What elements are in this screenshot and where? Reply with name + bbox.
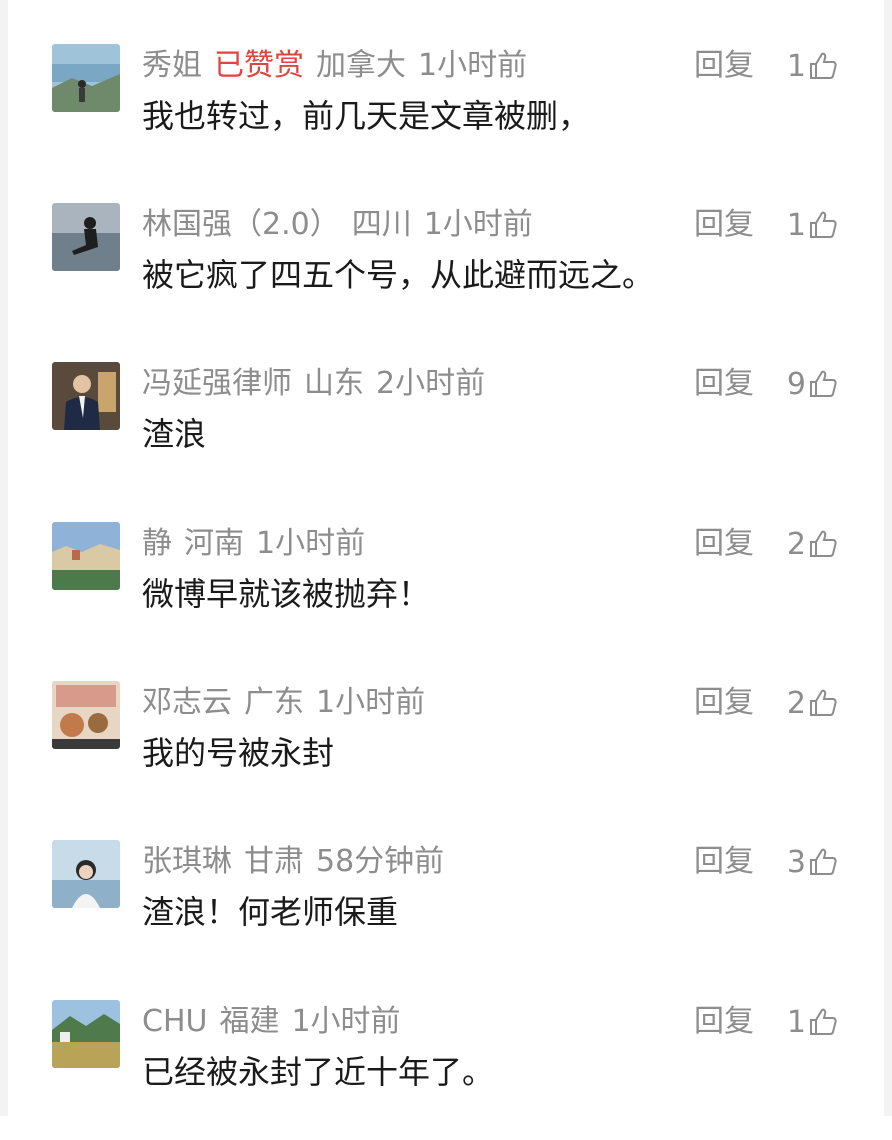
comment-time: 1小时前 — [316, 685, 426, 720]
commenter-location: 河南 — [184, 526, 244, 561]
like-button[interactable]: 9 — [787, 364, 838, 404]
comment-text: 渣浪！何老师保重 — [142, 893, 399, 931]
avatar[interactable] — [52, 44, 120, 112]
comment-meta: 冯延强律师 山东 2小时前 — [142, 364, 497, 404]
like-count: 1 — [786, 48, 806, 84]
reply-button[interactable]: 回复 — [694, 1002, 754, 1042]
comment-time: 58分钟前 — [316, 844, 445, 879]
avatar[interactable] — [52, 1000, 120, 1068]
comment-item: 冯延强律师 山东 2小时前 回复 9 渣浪 — [0, 362, 892, 502]
thumbs-up-icon — [808, 369, 838, 399]
comment-text: 我的号被永封 — [142, 734, 335, 772]
thumbs-up-icon — [808, 1007, 838, 1037]
reply-button[interactable]: 回复 — [694, 46, 754, 86]
avatar[interactable] — [52, 840, 120, 908]
thumbs-up-icon — [808, 688, 838, 718]
thumbs-up-icon — [808, 847, 838, 877]
commenter-name[interactable]: 邓志云 — [142, 685, 232, 720]
reply-button[interactable]: 回复 — [694, 524, 754, 564]
comment-text: 微博早就该被抛弃！ — [142, 575, 431, 613]
reply-button[interactable]: 回复 — [694, 683, 754, 723]
comment-text: 已经被永封了近十年了。 — [142, 1053, 495, 1091]
like-button[interactable]: 3 — [787, 842, 838, 882]
comment-meta: CHU 福建 1小时前 — [142, 1002, 413, 1042]
avatar[interactable] — [52, 362, 120, 430]
commenter-location: 四川 — [351, 207, 412, 242]
comment-time: 1小时前 — [256, 526, 366, 561]
thumbs-up-icon — [808, 51, 838, 81]
thumbs-up-icon — [808, 210, 838, 240]
reply-button[interactable]: 回复 — [694, 205, 754, 245]
comment-time: 1小时前 — [418, 48, 528, 83]
comment-meta: 秀姐 已赞赏 加拿大 1小时前 — [142, 46, 539, 86]
comment-item: 秀姐 已赞赏 加拿大 1小时前 回复 1 我也转过，前几天是文章被删， — [0, 44, 892, 184]
like-count: 1 — [786, 207, 806, 243]
comment-item: 邓志云 广东 1小时前 回复 2 我的号被永封 — [0, 681, 892, 821]
comment-meta: 张琪琳 甘肃 58分钟前 — [142, 842, 456, 882]
commenter-name[interactable]: 冯延强律师 — [142, 366, 292, 401]
commenter-location: 加拿大 — [316, 48, 406, 83]
comment-item: CHU 福建 1小时前 回复 1 已经被永封了近十年了。 — [0, 1000, 892, 1140]
comment-item: 静河南 1小时前 回复 2 微博早就该被抛弃！ — [0, 522, 892, 662]
commenter-name[interactable]: 林国强（2.0） — [142, 207, 340, 242]
commenter-location: 福建 — [219, 1004, 280, 1039]
like-count: 3 — [786, 844, 806, 880]
comment-item: 林国强（2.0） 四川 1小时前 回复 1 被它疯了四五个号，从此避而远之。 — [0, 203, 892, 343]
commenter-name[interactable]: 张琪琳 — [142, 844, 232, 879]
like-button[interactable]: 2 — [787, 524, 838, 564]
commenter-name[interactable]: 静 — [142, 526, 172, 561]
like-count: 2 — [786, 526, 806, 562]
like-button[interactable]: 2 — [787, 683, 838, 723]
avatar[interactable] — [52, 522, 120, 590]
comment-text: 我也转过，前几天是文章被删， — [142, 97, 591, 135]
reply-button[interactable]: 回复 — [694, 842, 754, 882]
like-button[interactable]: 1 — [787, 46, 838, 86]
praised-badge: 已赞赏 — [214, 48, 304, 83]
like-count: 2 — [786, 685, 806, 721]
like-button[interactable]: 1 — [787, 1002, 838, 1042]
comment-item: 张琪琳 甘肃 58分钟前 回复 3 渣浪！何老师保重 — [0, 840, 892, 980]
commenter-location: 广东 — [244, 685, 304, 720]
commenter-name[interactable]: 秀姐 — [142, 48, 202, 83]
comment-time: 1小时前 — [291, 1004, 401, 1039]
commenter-location: 甘肃 — [244, 844, 304, 879]
comment-time: 1小时前 — [423, 207, 533, 242]
avatar[interactable] — [52, 681, 120, 749]
like-button[interactable]: 1 — [787, 205, 838, 245]
comment-time: 2小时前 — [376, 366, 486, 401]
like-count: 1 — [786, 1004, 806, 1040]
like-count: 9 — [786, 366, 806, 402]
comment-meta: 邓志云 广东 1小时前 — [142, 683, 437, 723]
comment-text: 被它疯了四五个号，从此避而远之。 — [142, 256, 655, 294]
commenter-location: 山东 — [304, 366, 364, 401]
avatar[interactable] — [52, 203, 120, 271]
comment-meta: 静河南 1小时前 — [142, 524, 377, 564]
commenter-name[interactable]: CHU — [142, 1004, 207, 1039]
comment-text: 渣浪 — [142, 415, 207, 453]
thumbs-up-icon — [808, 529, 838, 559]
comment-meta: 林国强（2.0） 四川 1小时前 — [142, 205, 545, 245]
reply-button[interactable]: 回复 — [694, 364, 754, 404]
